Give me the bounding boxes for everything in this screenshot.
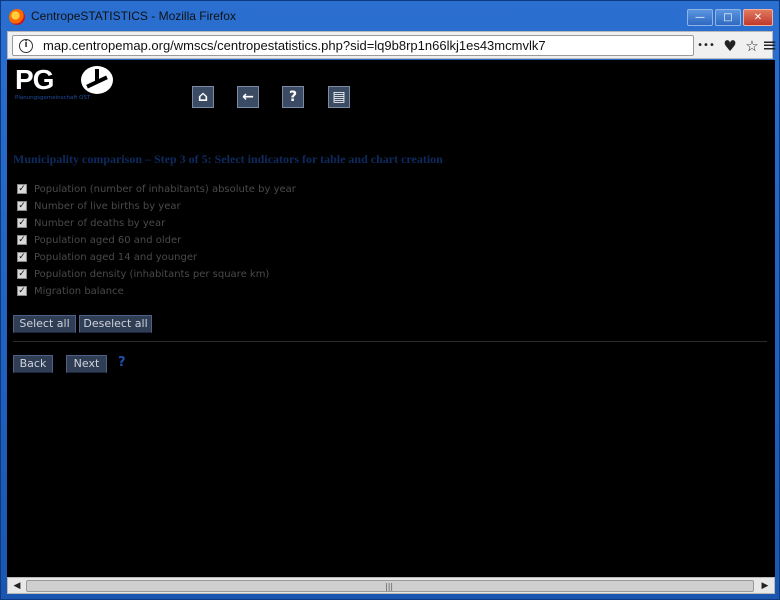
- indicator-checkbox[interactable]: ✓: [17, 235, 27, 245]
- indicator-label: Migration balance: [34, 286, 124, 297]
- more-icon[interactable]: •••: [696, 36, 716, 56]
- indicator-checkbox[interactable]: ✓: [17, 252, 27, 262]
- logo-subtitle: Planungsgemeinschaft OST: [15, 95, 91, 101]
- indicator-label: Population aged 60 and older: [34, 235, 182, 246]
- page-content: PG Planungsgemeinschaft OST ⌂ ← ? ▤ Muni…: [7, 60, 767, 577]
- logo-wheel-icon: [81, 66, 113, 94]
- url-bar[interactable]: i map.centropemap.org/wmscs/centropestat…: [12, 35, 694, 56]
- indicator-row[interactable]: ✓ Population aged 14 and younger: [17, 251, 417, 268]
- info-icon[interactable]: i: [19, 39, 33, 53]
- window-title: CentropeSTATISTICS - Mozilla Firefox: [31, 9, 236, 23]
- calculator-icon[interactable]: ▤: [328, 86, 350, 108]
- url-text[interactable]: map.centropemap.org/wmscs/centropestatis…: [43, 38, 546, 53]
- help-link[interactable]: ?: [118, 355, 126, 370]
- scroll-thumb[interactable]: |||: [26, 580, 754, 592]
- divider: [13, 341, 767, 342]
- indicator-row[interactable]: ✓ Population (number of inhabitants) abs…: [17, 183, 417, 200]
- scroll-right-icon[interactable]: ▶: [758, 580, 772, 592]
- indicator-label: Population aged 14 and younger: [34, 252, 198, 263]
- back-arrow-icon[interactable]: ←: [237, 86, 259, 108]
- scroll-grip-icon: |||: [385, 582, 394, 591]
- indicator-row[interactable]: ✓ Number of deaths by year: [17, 217, 417, 234]
- indicator-row[interactable]: ✓ Population density (inhabitants per sq…: [17, 268, 417, 285]
- indicator-row[interactable]: ✓ Population aged 60 and older: [17, 234, 417, 251]
- help-icon[interactable]: ?: [282, 86, 304, 108]
- indicator-label: Number of live births by year: [34, 201, 181, 212]
- next-button[interactable]: Next: [66, 355, 107, 373]
- pocket-icon[interactable]: ♥: [720, 36, 740, 56]
- indicator-label: Population density (inhabitants per squa…: [34, 269, 270, 280]
- select-all-button[interactable]: Select all: [13, 315, 76, 333]
- hamburger-menu-icon[interactable]: ≡: [762, 36, 777, 56]
- indicator-list: ✓ Population (number of inhabitants) abs…: [17, 183, 417, 302]
- minimize-button[interactable]: —: [687, 9, 713, 26]
- bookmark-star-icon[interactable]: ☆: [742, 36, 762, 56]
- navigation-bar: i map.centropemap.org/wmscs/centropestat…: [7, 31, 777, 59]
- indicator-row[interactable]: ✓ Number of live births by year: [17, 200, 417, 217]
- logo-letters: PG: [15, 64, 54, 95]
- indicator-checkbox[interactable]: ✓: [17, 184, 27, 194]
- home-icon[interactable]: ⌂: [192, 86, 214, 108]
- close-button[interactable]: ✕: [743, 9, 773, 26]
- indicator-row[interactable]: ✓ Migration balance: [17, 285, 417, 302]
- indicator-checkbox[interactable]: ✓: [17, 269, 27, 279]
- browser-window: CentropeSTATISTICS - Mozilla Firefox — □…: [0, 0, 780, 600]
- back-button[interactable]: Back: [13, 355, 53, 373]
- title-bar: CentropeSTATISTICS - Mozilla Firefox — □…: [1, 1, 779, 31]
- horizontal-scrollbar[interactable]: ◀ ||| ▶: [7, 577, 775, 594]
- indicator-checkbox[interactable]: ✓: [17, 201, 27, 211]
- scroll-left-icon[interactable]: ◀: [10, 580, 24, 592]
- indicator-checkbox[interactable]: ✓: [17, 286, 27, 296]
- indicator-checkbox[interactable]: ✓: [17, 218, 27, 228]
- maximize-button[interactable]: □: [715, 9, 741, 26]
- vertical-scrollbar[interactable]: [767, 60, 775, 577]
- indicator-label: Population (number of inhabitants) absol…: [34, 184, 296, 195]
- page-title: Municipality comparison – Step 3 of 5: S…: [13, 152, 443, 166]
- firefox-icon: [9, 9, 25, 25]
- deselect-all-button[interactable]: Deselect all: [79, 315, 152, 333]
- indicator-label: Number of deaths by year: [34, 218, 166, 229]
- pgo-logo: PG Planungsgemeinschaft OST: [15, 64, 119, 104]
